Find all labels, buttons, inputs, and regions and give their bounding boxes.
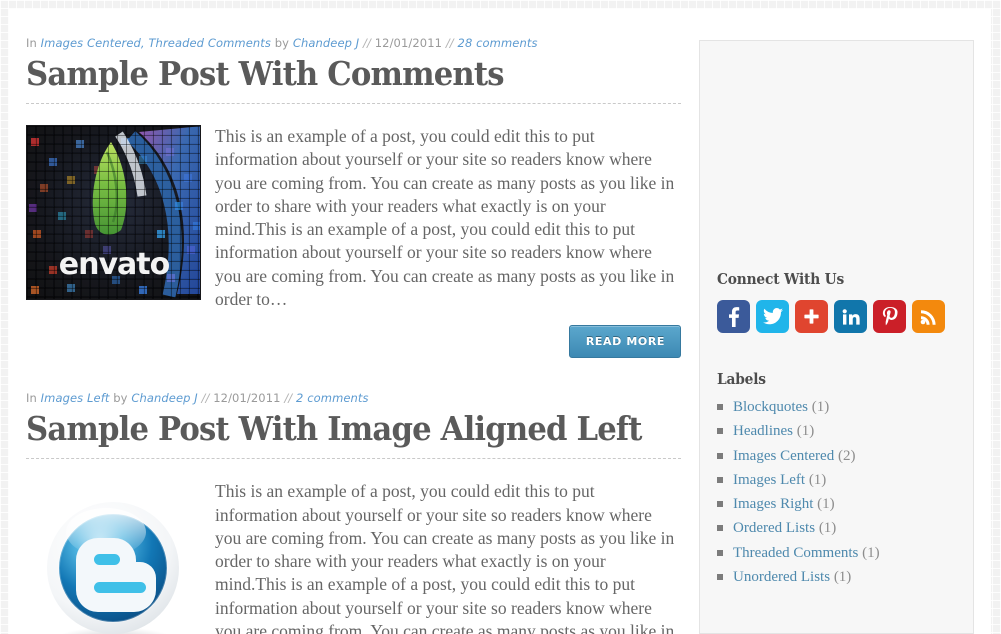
label-count: (1)	[862, 544, 880, 561]
bullet-icon	[717, 549, 723, 556]
post-comments-link[interactable]: 2 comments	[296, 391, 369, 405]
label-link[interactable]: Headlines	[733, 423, 793, 439]
post-thumbnail-blogger[interactable]	[26, 490, 201, 634]
post-article: In Images Centered, Threaded Comments by…	[26, 9, 681, 359]
post-article: In Images Left by Chandeep J // 12/01/20…	[26, 358, 681, 634]
rss-waves-icon	[920, 310, 936, 325]
post-date: 12/01/2011	[374, 36, 443, 50]
label-count: (1)	[808, 471, 827, 488]
blogger-orb-icon	[47, 502, 179, 634]
twitter-icon[interactable]	[756, 300, 789, 333]
list-item: Blockquotes (1)	[717, 400, 956, 415]
label-count: (1)	[817, 496, 835, 513]
post-category-link[interactable]: Images Left	[41, 391, 110, 405]
read-more-button[interactable]: READ MORE	[568, 325, 681, 359]
read-more-row: READ MORE	[26, 325, 681, 359]
post-meta: In Images Left by Chandeep J // 12/01/20…	[26, 358, 681, 405]
pinterest-glyph-icon	[882, 306, 898, 325]
title-divider	[26, 458, 681, 460]
label-link[interactable]: Threaded Comments	[733, 545, 858, 561]
label-link[interactable]: Blockquotes	[733, 399, 808, 415]
content-layout: In Images Centered, Threaded Comments by…	[9, 9, 991, 634]
label-count: (1)	[833, 569, 852, 586]
bullet-icon	[717, 574, 723, 581]
bullet-icon	[717, 452, 723, 459]
sidebar: Connect With Us Labels Blockquotes (1) H…	[699, 40, 974, 634]
label-count: (1)	[796, 423, 815, 440]
post-meta-by-label: by	[113, 391, 128, 406]
post-author-link[interactable]: Chandeep J	[131, 391, 197, 405]
sidebar-ad-placeholder	[717, 41, 956, 271]
label-link[interactable]: Unordered Lists	[733, 569, 830, 585]
envato-mosaic-icon: envato	[27, 125, 200, 299]
bullet-icon	[717, 501, 723, 508]
bullet-icon	[717, 428, 723, 435]
list-item: Ordered Lists (1)	[717, 521, 956, 536]
linkedin-glyph-icon	[842, 308, 860, 325]
post-meta-separator: //	[284, 391, 293, 406]
post-title[interactable]: Sample Post With Comments	[26, 55, 635, 93]
post-meta: In Images Centered, Threaded Comments by…	[26, 36, 538, 50]
post-meta-in-label: In	[26, 391, 37, 406]
label-count: (1)	[818, 520, 837, 537]
post-category-link[interactable]: Threaded Comments	[148, 36, 271, 50]
post-meta-in-label: In	[26, 36, 37, 50]
post-date: 12/01/2011	[213, 391, 281, 406]
post-category-link[interactable]: Images Centered	[41, 36, 141, 50]
label-count: (2)	[837, 447, 856, 464]
label-link[interactable]: Images Right	[733, 496, 813, 512]
main-content-column: In Images Centered, Threaded Comments by…	[26, 9, 681, 634]
title-divider	[26, 102, 681, 104]
widget-title-labels: Labels	[717, 371, 766, 388]
widget-title-connect: Connect With Us	[717, 271, 845, 288]
svg-text:envato: envato	[59, 247, 170, 282]
twitter-bird-glyph-icon	[762, 308, 783, 325]
list-item: Headlines (1)	[717, 424, 956, 439]
bullet-icon	[717, 525, 723, 532]
list-item: Images Centered (2)	[717, 447, 956, 464]
post-meta-separator: //	[363, 36, 371, 50]
list-item: Threaded Comments (1)	[717, 544, 956, 561]
post-meta-separator: //	[201, 391, 210, 406]
google-plus-icon[interactable]	[795, 300, 828, 333]
rss-icon[interactable]	[912, 300, 945, 333]
post-title[interactable]: Sample Post With Image Aligned Left	[26, 410, 642, 448]
social-icon-row	[717, 300, 956, 333]
widget-labels: Labels Blockquotes (1) Headlines (1) Ima…	[717, 371, 956, 585]
list-item: Images Left (1)	[717, 471, 956, 488]
widget-connect-with-us: Connect With Us	[717, 271, 956, 333]
label-link[interactable]: Ordered Lists	[733, 520, 815, 536]
sidebar-inner: Connect With Us Labels Blockquotes (1) H…	[700, 41, 973, 585]
post-meta-separator: //	[445, 36, 454, 50]
labels-list: Blockquotes (1) Headlines (1) Images Cen…	[717, 400, 956, 585]
bullet-icon	[717, 476, 723, 483]
label-link[interactable]: Images Centered	[733, 448, 834, 464]
facebook-icon[interactable]	[717, 300, 750, 333]
list-item: Images Right (1)	[717, 497, 956, 512]
post-author-link[interactable]: Chandeep J	[293, 36, 359, 50]
bullet-icon	[717, 404, 723, 410]
post-meta-by-label: by	[274, 36, 290, 50]
page-container: In Images Centered, Threaded Comments by…	[9, 9, 991, 634]
post-body: This is an example of a post, you could …	[26, 480, 681, 634]
post-body: envato This is an example of a post, you…	[26, 124, 681, 359]
label-link[interactable]: Images Left	[733, 472, 805, 488]
list-item: Unordered Lists (1)	[717, 570, 956, 585]
label-count: (1)	[811, 399, 830, 415]
post-thumbnail-envato[interactable]: envato	[26, 124, 201, 300]
facebook-glyph-icon	[728, 306, 739, 327]
plus-glyph-icon	[804, 309, 819, 324]
post-comments-link[interactable]: 28 comments	[458, 36, 538, 50]
pinterest-icon[interactable]	[873, 300, 906, 333]
linkedin-icon[interactable]	[834, 300, 867, 333]
